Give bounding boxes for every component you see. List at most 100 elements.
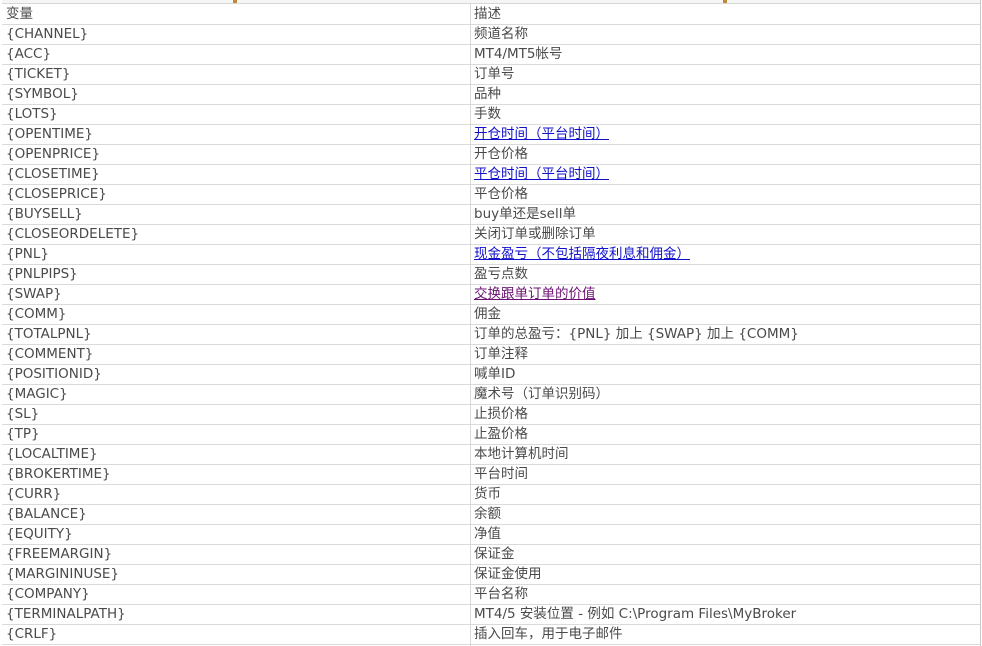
description-cell: 止损价格: [474, 406, 528, 422]
table-row: {CURR} 货币: [2, 484, 980, 505]
table-row: {CLOSEPRICE} 平仓价格: [2, 184, 980, 205]
header-description: 描述: [474, 6, 501, 22]
column-marker: [723, 0, 727, 3]
description-cell: 保证金使用: [474, 566, 542, 582]
description-cell: 余额: [474, 506, 501, 522]
table-row: {LOTS} 手数: [2, 104, 980, 125]
table-row: {COMMENT} 订单注释: [2, 344, 980, 365]
column-divider: [470, 4, 471, 646]
variable-cell: {MARGININUSE}: [6, 566, 120, 582]
table-row: {PNLPIPS} 盈亏点数: [2, 264, 980, 285]
description-link[interactable]: 现金盈亏（不包括隔夜利息和佣金）: [474, 244, 974, 264]
description-cell: 订单号: [474, 66, 515, 82]
variable-cell: {TOTALPNL}: [6, 326, 92, 342]
table-row: {CHANNEL} 频道名称: [2, 24, 980, 45]
column-marker: [233, 0, 237, 3]
table-row: {CLOSEORDELETE} 关闭订单或删除订单: [2, 224, 980, 245]
description-cell: 开仓价格: [474, 146, 528, 162]
table-row: {BROKERTIME} 平台时间: [2, 464, 980, 485]
variable-cell: {PNL}: [6, 246, 49, 262]
variables-table: 变量 描述 {CHANNEL} 频道名称 {ACC} MT4/MT5帐号 {TICKET…: [2, 0, 981, 646]
variable-cell: {LOCALTIME}: [6, 446, 98, 462]
description-cell: 盈亏点数: [474, 266, 528, 282]
variable-cell: {FREEMARGIN}: [6, 546, 113, 562]
variable-cell: {SWAP}: [6, 286, 62, 302]
variable-cell: {CURR}: [6, 486, 62, 502]
variable-cell: {CLOSEPRICE}: [6, 186, 107, 202]
table-row: {CLOSETIME} 平仓时间（平台时间）: [2, 164, 980, 185]
table-row: {COMM} 佣金: [2, 304, 980, 325]
description-cell: 频道名称: [474, 26, 528, 42]
description-cell: 插入回车，用于电子邮件: [474, 626, 623, 642]
table-row: {MARGININUSE} 保证金使用: [2, 564, 980, 585]
variable-cell: {TERMINALPATH}: [6, 606, 126, 622]
variable-cell: {TICKET}: [6, 66, 71, 82]
variable-cell: {SL}: [6, 406, 40, 422]
header-variable: 变量: [6, 6, 33, 22]
variable-cell: {OPENPRICE}: [6, 146, 101, 162]
description-cell: 货币: [474, 486, 501, 502]
variable-cell: {CHANNEL}: [6, 26, 89, 42]
description-cell: 本地计算机时间: [474, 446, 569, 462]
table-row: {TP} 止盈价格: [2, 424, 980, 445]
table-header-row: 变量 描述: [2, 4, 980, 25]
description-cell: 保证金: [474, 546, 515, 562]
table-row: {TICKET} 订单号: [2, 64, 980, 85]
description-cell: 品种: [474, 86, 501, 102]
description-cell: 订单的总盈亏：{PNL} 加上 {SWAP} 加上 {COMM}: [474, 326, 799, 342]
description-cell: 止盈价格: [474, 426, 528, 442]
variable-cell: {OPENTIME}: [6, 126, 93, 142]
description-cell: 净值: [474, 526, 501, 542]
variable-cell: {COMMENT}: [6, 346, 94, 362]
variable-cell: {POSITIONID}: [6, 366, 102, 382]
variable-cell: {BROKERTIME}: [6, 466, 111, 482]
table-row: {POSITIONID} 喊单ID: [2, 364, 980, 385]
variable-cell: {ACC}: [6, 46, 52, 62]
table-row: {FREEMARGIN} 保证金: [2, 544, 980, 565]
variable-cell: {PNLPIPS}: [6, 266, 78, 282]
description-cell: 平仓价格: [474, 186, 528, 202]
description-cell: 平台名称: [474, 586, 528, 602]
variable-cell: {COMM}: [6, 306, 67, 322]
table-row: {SWAP} 交换跟单订单的价值: [2, 284, 980, 305]
table-row: {OPENPRICE} 开仓价格: [2, 144, 980, 165]
table-row: {ACC} MT4/MT5帐号: [2, 44, 980, 65]
description-link[interactable]: 交换跟单订单的价值: [474, 284, 974, 304]
description-cell: 订单注释: [474, 346, 528, 362]
variable-cell: {CRLF}: [6, 626, 58, 642]
variable-cell: {SYMBOL}: [6, 86, 79, 102]
table-row: {SYMBOL} 品种: [2, 84, 980, 105]
description-cell: 佣金: [474, 306, 501, 322]
table-row: {BALANCE} 余额: [2, 504, 980, 525]
description-link[interactable]: 开仓时间（平台时间）: [474, 124, 974, 144]
variable-cell: {CLOSEORDELETE}: [6, 226, 140, 242]
table-row: {CRLF} 插入回车，用于电子邮件: [2, 624, 980, 645]
description-cell: 魔术号（订单识别码）: [474, 386, 609, 402]
table-row: {BUYSELL} buy单还是sell单: [2, 204, 980, 225]
description-cell: MT4/5 安装位置 - 例如 C:\Program Files\MyBroke…: [474, 606, 797, 622]
variable-cell: {CLOSETIME}: [6, 166, 100, 182]
description-cell: 喊单ID: [474, 366, 516, 382]
table-row: {SL} 止损价格: [2, 404, 980, 425]
table-row: {OPENTIME} 开仓时间（平台时间）: [2, 124, 980, 145]
variable-cell: {TP}: [6, 426, 40, 442]
variable-cell: {LOTS}: [6, 106, 58, 122]
description-cell: 平台时间: [474, 466, 528, 482]
description-link[interactable]: 平仓时间（平台时间）: [474, 164, 974, 184]
description-cell: 关闭订单或删除订单: [474, 226, 596, 242]
table-row: {PNL} 现金盈亏（不包括隔夜利息和佣金）: [2, 244, 980, 265]
variable-cell: {BALANCE}: [6, 506, 87, 522]
description-cell: 手数: [474, 106, 501, 122]
variable-cell: {COMPANY}: [6, 586, 90, 602]
variable-cell: {MAGIC}: [6, 386, 68, 402]
table-row: {EQUITY} 净值: [2, 524, 980, 545]
description-cell: buy单还是sell单: [474, 206, 576, 222]
variable-cell: {BUYSELL}: [6, 206, 83, 222]
description-cell: MT4/MT5帐号: [474, 46, 563, 62]
table-row: {MAGIC} 魔术号（订单识别码）: [2, 384, 980, 405]
table-row: {TERMINALPATH} MT4/5 安装位置 - 例如 C:\Program…: [2, 604, 980, 625]
variable-cell: {EQUITY}: [6, 526, 73, 542]
table-row: {COMPANY} 平台名称: [2, 584, 980, 605]
table-row: {TOTALPNL} 订单的总盈亏：{PNL} 加上 {SWAP} 加上 {COM…: [2, 324, 980, 345]
table-row: {LOCALTIME} 本地计算机时间: [2, 444, 980, 465]
